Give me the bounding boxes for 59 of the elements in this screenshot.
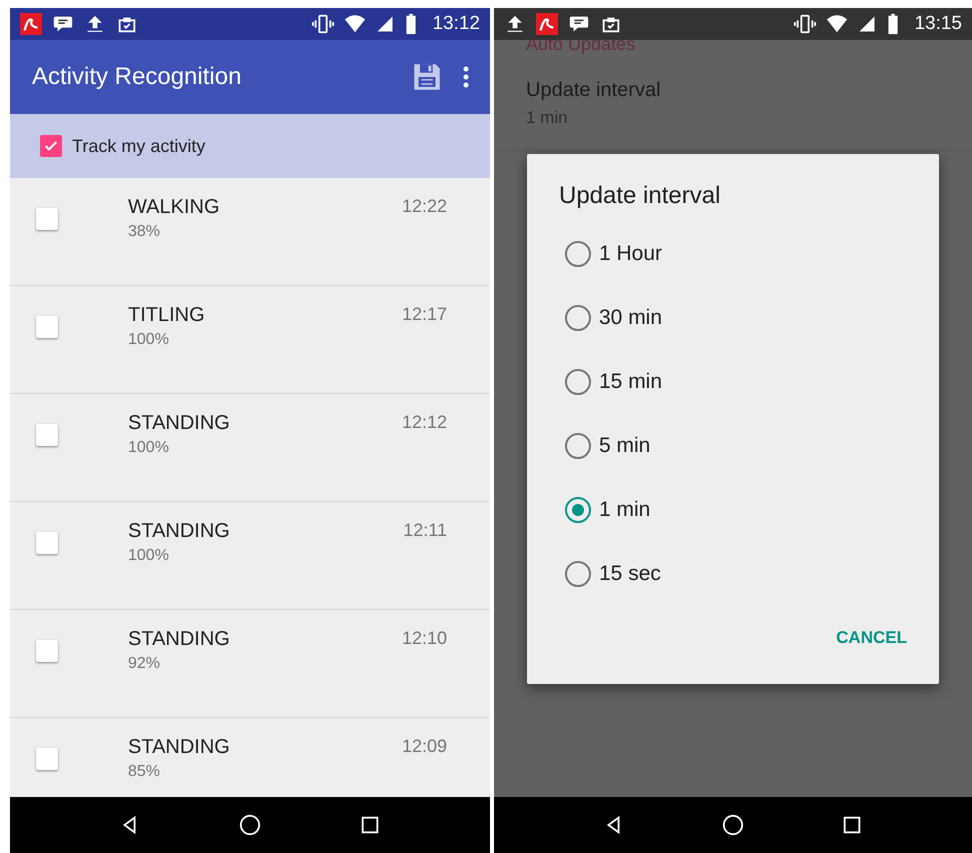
checkbox[interactable]: [36, 208, 58, 230]
home-icon[interactable]: [722, 814, 744, 836]
home-icon[interactable]: [239, 814, 261, 836]
activity-time: 12:10: [402, 628, 447, 649]
vibrate-icon: [794, 13, 816, 35]
checkbox[interactable]: [36, 424, 58, 446]
wifi-icon: [826, 13, 848, 35]
option-label: 15 min: [599, 370, 662, 394]
cancel-button[interactable]: CANCEL: [836, 622, 907, 654]
activity-name: STANDING: [128, 520, 231, 543]
activity-time: 12:12: [402, 412, 447, 433]
checkbox[interactable]: [36, 532, 58, 554]
activity-confidence: 85%: [128, 763, 162, 781]
activity-time: 12:22: [402, 196, 447, 217]
activity-name: STANDING: [128, 412, 231, 435]
track-label: Track my activity: [72, 136, 206, 156]
activity-name: STANDING: [128, 736, 231, 759]
activity-confidence: 100%: [128, 547, 170, 565]
activity-confidence: 100%: [128, 331, 170, 349]
activity-confidence: 100%: [128, 439, 170, 457]
option-label: 1 Hour: [599, 242, 662, 266]
more-options-icon[interactable]: [462, 64, 470, 90]
checkbox[interactable]: [36, 640, 58, 662]
option-label: 15 sec: [599, 562, 661, 586]
activity-time: 12:17: [402, 304, 447, 325]
setting-title: Update interval: [525, 79, 661, 102]
radio-button[interactable]: [565, 433, 591, 459]
radio-button[interactable]: [565, 561, 591, 587]
checkbox[interactable]: [40, 135, 62, 157]
activity-name: TITLING: [128, 304, 206, 327]
option-label: 1 min: [599, 498, 650, 522]
activity-name: STANDING: [128, 628, 231, 651]
radio-button[interactable]: [565, 369, 591, 395]
app-logo-icon: [20, 13, 42, 35]
app-title: Activity Recognition: [32, 63, 242, 91]
battery-icon: [886, 13, 900, 35]
dialog-title: Update interval: [559, 182, 720, 210]
activity-confidence: 92%: [128, 655, 162, 673]
radio-button[interactable]: [565, 241, 591, 267]
checkbox[interactable]: [36, 748, 58, 770]
status-time: 13:15: [914, 13, 962, 35]
wifi-icon: [344, 13, 366, 35]
status-time: 13:12: [432, 13, 480, 35]
activity-time: 12:11: [403, 520, 447, 541]
option-label: 30 min: [599, 306, 662, 330]
activity-confidence: 38%: [128, 223, 162, 241]
radio-button[interactable]: [565, 305, 591, 331]
radio-button[interactable]: [565, 497, 591, 523]
recents-icon[interactable]: [359, 814, 381, 836]
signal-icon: [376, 14, 394, 34]
activity-name: WALKING: [128, 196, 220, 219]
activity-time: 12:09: [402, 736, 447, 757]
signal-icon: [858, 14, 876, 34]
app-logo-icon: [536, 13, 558, 35]
recents-icon[interactable]: [841, 814, 864, 836]
option-label: 5 min: [599, 434, 650, 458]
battery-icon: [404, 13, 418, 35]
checkbox[interactable]: [36, 316, 58, 338]
vibrate-icon: [312, 13, 334, 35]
